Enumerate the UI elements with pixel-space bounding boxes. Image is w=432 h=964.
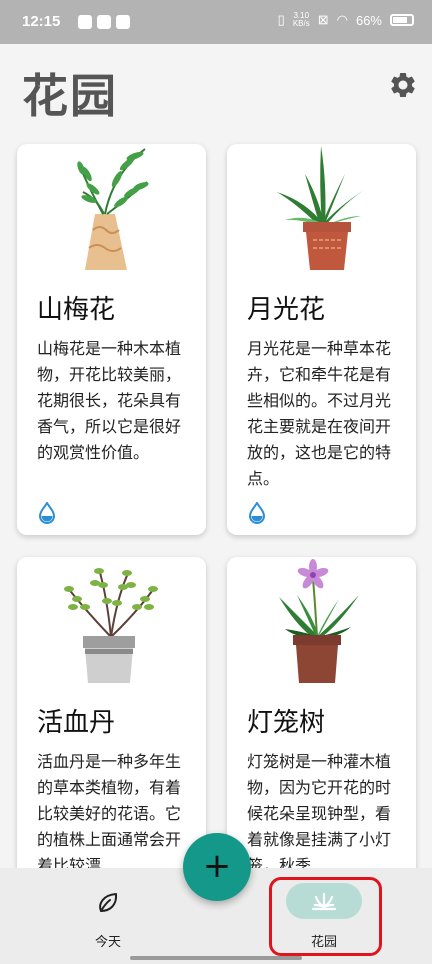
plant-illustration	[64, 568, 158, 683]
plant-illustration	[279, 559, 359, 683]
plant-grid: 山梅花 山梅花是一种木本植物，开花比较美丽，花期很长，花朵具有香气，所以它是很好…	[0, 0, 432, 964]
highlight-box	[269, 877, 382, 956]
plant-description: 月光花是一种草本花卉，它和牵牛花是有些相似的。不过月光花主要就是在夜间开放的，这…	[247, 339, 392, 488]
plant-description: 山梅花是一种木本植物，开花比较美丽，花期很长，花朵具有香气，所以它是很好的观赏性…	[37, 339, 182, 462]
water-drop-icon	[248, 502, 266, 524]
nav-label-today: 今天	[94, 935, 121, 950]
plant-illustration	[277, 146, 367, 270]
plant-card[interactable]: 山梅花 山梅花是一种木本植物，开花比较美丽，花期很长，花朵具有香气，所以它是很好…	[17, 144, 206, 535]
plant-description: 灯笼树是一种灌木植物，因为它开花的时候花朵呈现钟型，看着就像是挂满了小灯笼，秋季	[247, 752, 392, 875]
plant-name: 活血丹	[37, 708, 116, 738]
add-plant-button[interactable]: +	[183, 833, 251, 901]
plant-illustration	[77, 148, 149, 270]
plant-card[interactable]: 月光花 月光花是一种草本花卉，它和牵牛花是有些相似的。不过月光花主要就是在夜间开…	[227, 144, 416, 535]
plant-name: 山梅花	[37, 295, 116, 325]
gesture-bar[interactable]	[130, 956, 302, 960]
plant-name: 灯笼树	[247, 708, 326, 738]
leaf-icon	[99, 893, 118, 912]
nav-item-today[interactable]: 今天	[0, 868, 216, 964]
water-drop-icon	[38, 502, 56, 524]
plant-name: 月光花	[247, 295, 326, 325]
plant-description: 活血丹是一种多年生的草本类植物，有着比较美好的花语。它的植株上面通常会开着比较漂	[37, 752, 182, 875]
